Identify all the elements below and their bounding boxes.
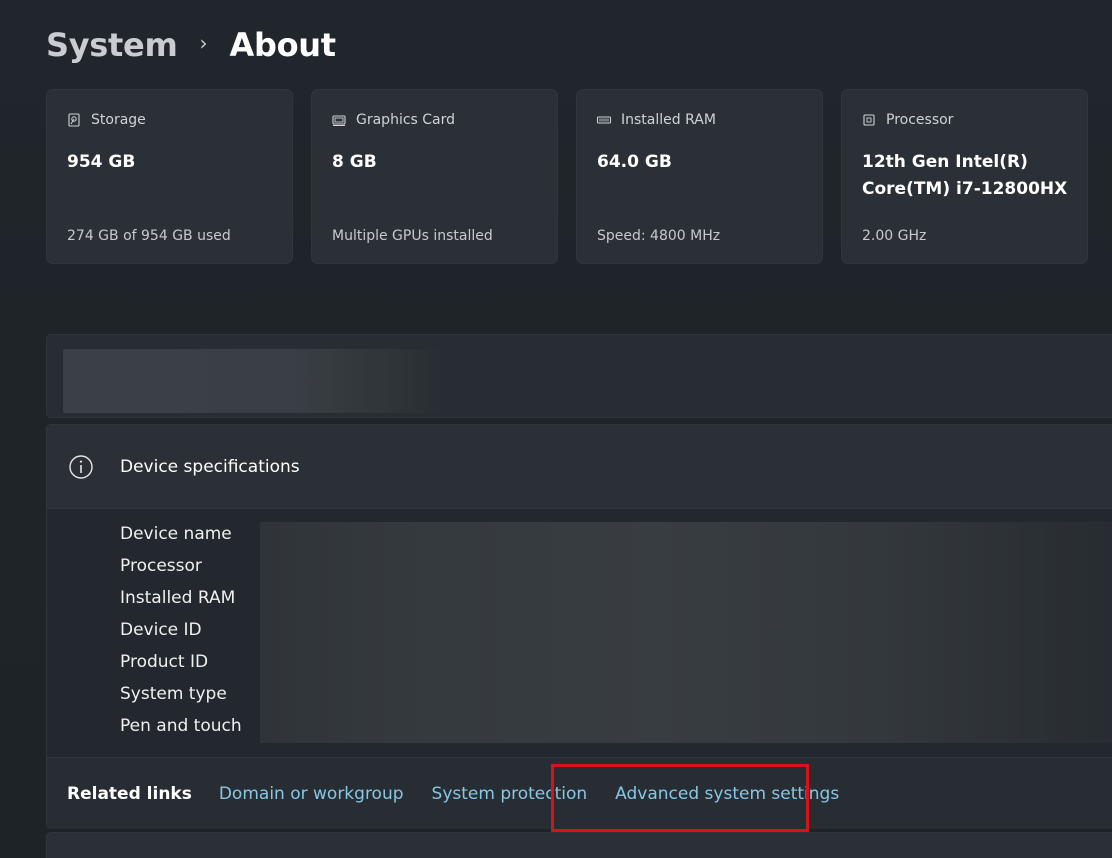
device-specifications-body: Device name Processor Installed RAM Devi… xyxy=(47,509,1112,757)
card-sub: Multiple GPUs installed xyxy=(332,228,493,244)
breadcrumb: System › About xyxy=(46,24,336,66)
page-title: About xyxy=(229,26,337,64)
card-graphics: Graphics Card 8 GB Multiple GPUs install… xyxy=(311,89,558,264)
card-sub: 274 GB of 954 GB used xyxy=(67,228,231,244)
card-title: Processor xyxy=(886,112,954,128)
spec-label-product-id: Product ID xyxy=(120,652,209,672)
summary-cards: Storage 954 GB 274 GB of 954 GB used Gra… xyxy=(46,89,1088,264)
chevron-right-icon: › xyxy=(199,31,208,55)
card-sub: Speed: 4800 MHz xyxy=(597,228,721,244)
graphics-card-icon xyxy=(332,115,346,126)
highlight-box xyxy=(551,764,809,832)
processor-icon xyxy=(863,114,875,126)
card-value: 12th Gen Intel(R) Core(TM) i7-12800HX xyxy=(862,152,1068,199)
card-processor: Processor 12th Gen Intel(R) Core(TM) i7-… xyxy=(841,89,1088,264)
breadcrumb-system[interactable]: System xyxy=(46,26,178,64)
card-value: 64.0 GB xyxy=(597,152,672,172)
spec-label-device-id: Device ID xyxy=(120,620,202,640)
spec-label-installed-ram: Installed RAM xyxy=(120,588,236,608)
spec-labels: Device name Processor Installed RAM Devi… xyxy=(120,522,242,746)
info-icon xyxy=(69,454,93,479)
redacted-device-name xyxy=(63,349,443,413)
device-specifications-title: Device specifications xyxy=(120,456,300,477)
redacted-spec-values xyxy=(260,522,1112,743)
related-links-bar: Related links Domain or workgroup System… xyxy=(47,757,1112,832)
card-value: 954 GB xyxy=(67,152,136,172)
card-storage: Storage 954 GB 274 GB of 954 GB used xyxy=(46,89,293,264)
storage-icon xyxy=(68,113,80,127)
card-ram: Installed RAM 64.0 GB Speed: 4800 MHz xyxy=(576,89,823,264)
card-title: Storage xyxy=(91,112,146,128)
related-links-label: Related links xyxy=(67,783,192,804)
spec-label-processor: Processor xyxy=(120,556,202,576)
spec-label-system-type: System type xyxy=(120,684,227,704)
next-section-panel xyxy=(46,832,1112,858)
spec-label-pen-and-touch: Pen and touch xyxy=(120,716,242,736)
card-sub: 2.00 GHz xyxy=(862,228,927,244)
card-title: Graphics Card xyxy=(356,112,456,128)
spec-label-device-name: Device name xyxy=(120,524,232,544)
link-domain-or-workgroup[interactable]: Domain or workgroup xyxy=(219,784,404,804)
device-specifications-section: Device specifications Device name Proces… xyxy=(46,424,1112,832)
card-title: Installed RAM xyxy=(621,112,716,128)
card-value: 8 GB xyxy=(332,152,377,172)
ram-icon xyxy=(597,116,611,124)
device-specifications-header[interactable]: Device specifications xyxy=(47,425,1112,509)
device-banner xyxy=(46,334,1112,418)
